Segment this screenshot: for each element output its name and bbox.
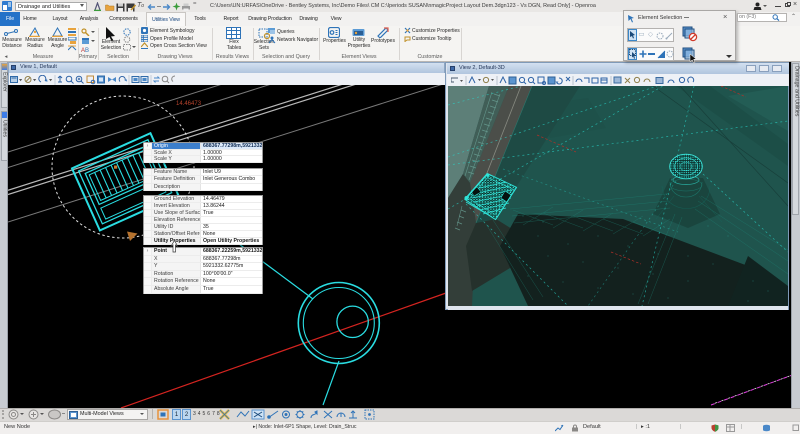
svg-text:14.46473: 14.46473 [176,101,202,107]
svg-text:B: B [85,48,89,53]
